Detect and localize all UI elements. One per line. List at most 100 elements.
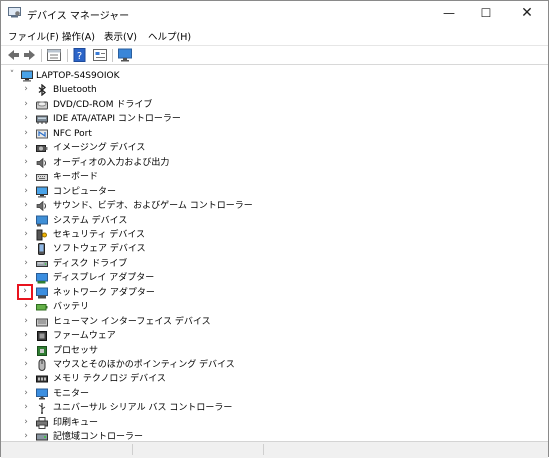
tree-root-label: LAPTOP-S4S9OIOK <box>36 71 120 81</box>
keyboard-icon <box>36 174 48 182</box>
title-bar: デバイス マネージャー — ☐ ✕ <box>1 1 548 27</box>
expand-chevron-icon[interactable]: › <box>21 316 31 327</box>
menu-help[interactable]: ヘルプ(H) <box>148 29 191 43</box>
device-category-label: ソフトウェア デバイス <box>53 244 146 255</box>
expand-chevron-icon[interactable]: › <box>21 359 31 370</box>
help-icon[interactable]: ? <box>72 48 88 62</box>
back-icon[interactable] <box>5 48 21 62</box>
device-category-row[interactable]: › システム デバイス <box>1 214 548 229</box>
expand-chevron-icon[interactable]: › <box>21 113 31 124</box>
tree-root-row[interactable]: ˅ LAPTOP-S4S9OIOK <box>1 69 548 84</box>
menu-view[interactable]: 表示(V) <box>104 29 137 43</box>
device-category-row[interactable]: › コンピューター <box>1 185 548 200</box>
expand-chevron-icon[interactable]: › <box>21 171 31 182</box>
device-manager-window: デバイス マネージャー — ☐ ✕ ファイル(F) 操作(A) 表示(V) ヘル… <box>0 0 549 458</box>
expand-chevron-icon[interactable]: › <box>21 373 31 384</box>
device-category-row[interactable]: › マウスとそのほかのポインティング デバイス <box>1 358 548 373</box>
device-category-row[interactable]: › ディスプレイ アダプター <box>1 271 548 286</box>
bluetooth-icon <box>38 84 47 97</box>
expand-chevron-icon[interactable]: › <box>21 345 31 356</box>
expand-chevron-icon[interactable]: › <box>21 215 31 226</box>
device-category-row[interactable]: › キーボード <box>1 170 548 185</box>
device-category-label: システム デバイス <box>53 215 128 226</box>
device-category-label: オーディオの入力および出力 <box>53 157 170 168</box>
device-category-row[interactable]: › 印刷キュー <box>1 416 548 431</box>
expand-chevron-icon-highlighted[interactable]: › <box>17 283 33 300</box>
expand-chevron-icon[interactable]: › <box>21 200 31 211</box>
window-title: デバイス マネージャー <box>27 11 130 22</box>
device-category-label: Bluetooth <box>53 85 97 96</box>
close-button[interactable]: ✕ <box>509 1 545 27</box>
device-category-label: プロセッサ <box>53 345 99 356</box>
expand-chevron-icon[interactable]: › <box>21 402 31 413</box>
properties-icon[interactable] <box>46 48 62 62</box>
usb-icon <box>38 403 46 415</box>
device-category-row[interactable]: › バッテリ <box>1 300 548 315</box>
expand-chevron-icon[interactable]: ˅ <box>7 70 17 81</box>
software-device-icon <box>38 243 45 256</box>
device-category-label: バッテリ <box>53 302 90 313</box>
device-category-row[interactable]: › NFC Port <box>1 127 548 142</box>
device-category-label: マウスとそのほかのポインティング デバイス <box>53 360 235 370</box>
device-category-label: サウンド、ビデオ、およびゲーム コントローラー <box>53 201 253 212</box>
svg-text:?: ? <box>77 51 82 62</box>
forward-icon[interactable] <box>22 48 38 62</box>
device-category-row[interactable]: › オーディオの入力および出力 <box>1 156 548 171</box>
device-category-row[interactable]: › ユニバーサル シリアル バス コントローラー <box>1 401 548 416</box>
computer-icon <box>36 186 48 198</box>
expand-chevron-icon[interactable]: › <box>21 388 31 399</box>
device-category-row[interactable]: › イメージング デバイス <box>1 141 548 156</box>
device-category-row[interactable]: › プロセッサ <box>1 344 548 359</box>
device-category-row[interactable]: › モニター <box>1 387 548 402</box>
system-device-icon <box>36 215 48 226</box>
device-category-row[interactable]: › ディスク ドライブ <box>1 257 548 272</box>
device-category-row[interactable]: › 記憶域コントローラー <box>1 430 548 441</box>
expand-chevron-icon[interactable]: › <box>21 99 31 110</box>
device-category-row[interactable]: › IDE ATA/ATAPI コントローラー <box>1 112 548 127</box>
maximize-button[interactable]: ☐ <box>468 1 504 27</box>
network-adapter-icon <box>36 287 48 299</box>
display-adapter-icon <box>36 273 48 284</box>
expand-chevron-icon[interactable]: › <box>21 330 31 341</box>
processor-icon <box>37 345 47 356</box>
hid-icon <box>36 318 48 327</box>
device-category-row[interactable]: › ネットワーク アダプター <box>1 283 548 301</box>
memory-icon <box>36 375 48 383</box>
toolbar-separator <box>41 49 42 62</box>
device-category-label: ネットワーク アダプター <box>53 287 155 298</box>
device-category-row[interactable]: › セキュリティ デバイス <box>1 228 548 243</box>
firmware-icon <box>37 331 47 342</box>
expand-chevron-icon[interactable]: › <box>21 431 31 441</box>
ide-controller-icon <box>36 115 48 125</box>
expand-chevron-icon[interactable]: › <box>21 157 31 168</box>
device-category-row[interactable]: › ファームウェア <box>1 329 548 344</box>
expand-chevron-icon[interactable]: › <box>21 142 31 153</box>
expand-chevron-icon[interactable]: › <box>21 186 31 197</box>
expand-chevron-icon[interactable]: › <box>21 128 31 139</box>
menu-file[interactable]: ファイル(F) <box>8 29 59 43</box>
device-category-row[interactable]: › サウンド、ビデオ、およびゲーム コントローラー <box>1 199 548 214</box>
device-view-icon[interactable] <box>92 48 108 62</box>
device-category-label: メモリ テクノロジ デバイス <box>53 374 166 385</box>
device-category-label: ファームウェア <box>53 331 116 342</box>
expand-chevron-icon[interactable]: › <box>21 84 31 95</box>
device-category-row[interactable]: › メモリ テクノロジ デバイス <box>1 372 548 387</box>
device-category-label: ヒューマン インターフェイス デバイス <box>53 316 211 327</box>
device-category-row[interactable]: › ソフトウェア デバイス <box>1 242 548 257</box>
device-category-label: キーボード <box>53 172 99 183</box>
expand-chevron-icon[interactable]: › <box>21 301 31 312</box>
expand-chevron-icon[interactable]: › <box>21 417 31 428</box>
device-manager-app-icon <box>8 7 21 18</box>
menu-action[interactable]: 操作(A) <box>62 29 95 43</box>
device-category-row[interactable]: › DVD/CD-ROM ドライブ <box>1 98 548 113</box>
expand-chevron-icon[interactable]: › <box>21 243 31 254</box>
device-category-row[interactable]: › Bluetooth <box>1 83 548 98</box>
expand-chevron-icon[interactable]: › <box>21 272 31 283</box>
device-category-row[interactable]: › ヒューマン インターフェイス デバイス <box>1 315 548 330</box>
device-category-label: 印刷キュー <box>53 417 99 428</box>
expand-chevron-icon[interactable]: › <box>21 258 31 269</box>
monitor-scan-icon[interactable] <box>117 48 133 62</box>
minimize-button[interactable]: — <box>431 1 467 27</box>
expand-chevron-icon[interactable]: › <box>21 229 31 240</box>
menu-bar: ファイル(F) 操作(A) 表示(V) ヘルプ(H) <box>1 27 548 45</box>
